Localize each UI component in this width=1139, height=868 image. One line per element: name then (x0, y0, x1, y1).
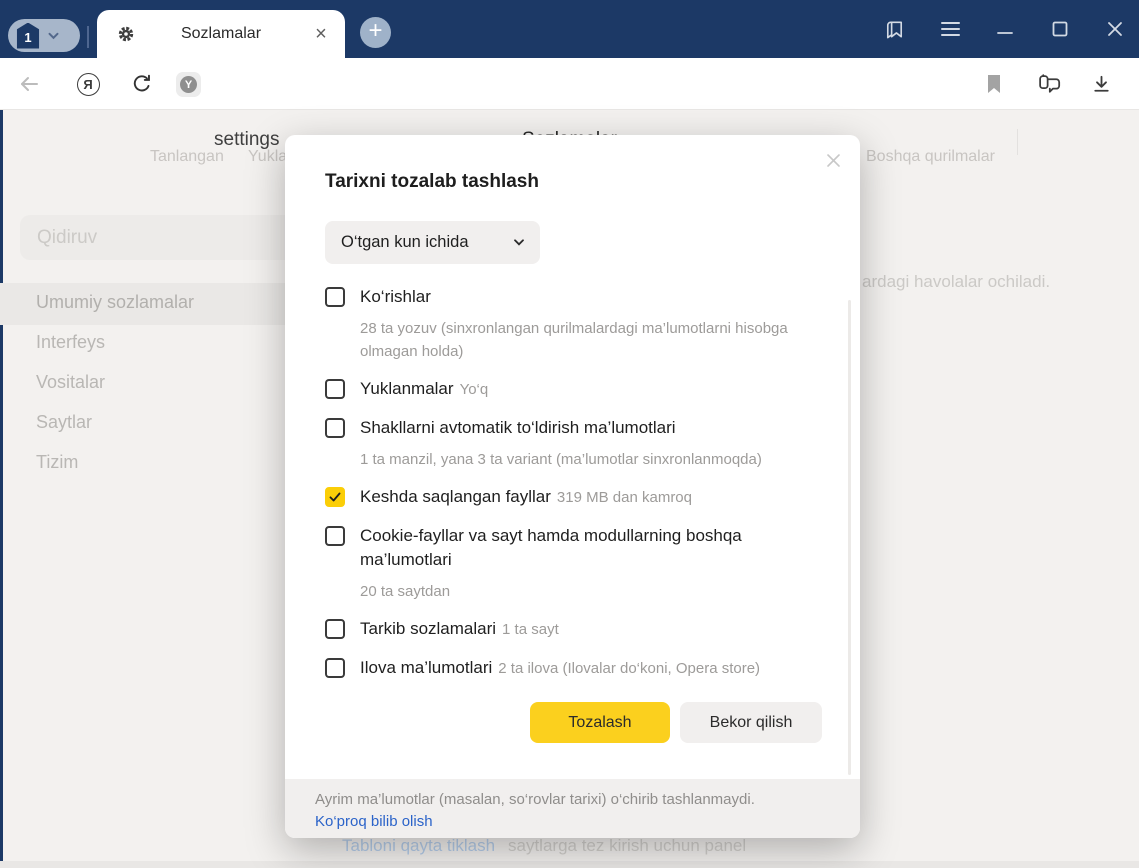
item-subtext: 28 ta yozuv (sinxronlangan qurilmalardag… (360, 320, 788, 360)
titlebar-divider (87, 26, 89, 48)
settings-search[interactable] (20, 215, 316, 260)
window-close-icon[interactable] (1101, 15, 1129, 43)
learn-more-link[interactable]: Ko‘proq bilib olish (315, 811, 433, 833)
protect-y-glyph: Y (180, 76, 197, 93)
item-label[interactable]: Cookie-fayllar va sayt hamda modullarnin… (360, 524, 822, 572)
item-inline-note: 2 ta ilova (Ilovalar do‘koni, Opera stor… (498, 660, 761, 677)
gear-icon (117, 25, 135, 43)
tab-close-icon[interactable]: × (309, 21, 333, 47)
bookmark-icon[interactable] (981, 71, 1007, 97)
protect-badge-icon[interactable]: Y (176, 72, 201, 97)
checkbox-ilova[interactable] (325, 658, 345, 678)
checkbox-tarkib[interactable] (325, 619, 345, 639)
item-label[interactable]: Ilova ma’lumotlari 2 ta ilova (Ilovalar d… (360, 656, 760, 681)
minimize-icon[interactable] (991, 15, 1019, 43)
item-label[interactable]: Tarkib sozlamalari 1 ta sayt (360, 617, 559, 642)
clear-items-list: Ko‘rishlar 28 ta yozuv (sinxronlangan qu… (325, 285, 825, 695)
yandex-logo-glyph: Я (76, 72, 100, 96)
collections-icon[interactable] (880, 15, 908, 43)
sidebar-item-umumiy[interactable]: Umumiy sozlamalar (36, 292, 194, 313)
list-item: Shakllarni avtomatik to‘ldirish ma’lumot… (325, 416, 825, 471)
menu-icon[interactable] (936, 15, 964, 43)
list-item: Cookie-fayllar va sayt hamda modullarnin… (325, 524, 825, 603)
checkbox-kesh[interactable] (325, 487, 345, 507)
tab-count-badge: 1 (16, 22, 40, 49)
checkbox-korishlar[interactable] (325, 287, 345, 307)
checkbox-shakllar[interactable] (325, 418, 345, 438)
refresh-icon[interactable] (128, 71, 154, 97)
list-item: Yuklanmalar Yo‘q (325, 377, 825, 402)
back-icon[interactable] (16, 71, 42, 97)
sidebar-item-tizim[interactable]: Tizim (36, 452, 78, 473)
toolbar: Я Y settings Sozlamalar (0, 58, 1139, 155)
chevron-down-icon[interactable] (48, 32, 59, 40)
item-label[interactable]: Ko‘rishlar (360, 285, 792, 309)
cancel-button[interactable]: Bekor qilish (680, 702, 822, 743)
checkbox-yuklanmalar[interactable] (325, 379, 345, 399)
yandex-logo-icon[interactable]: Я (75, 71, 101, 97)
dialog-close-icon[interactable] (822, 149, 844, 171)
period-selected-value: O‘tgan kun ichida (341, 233, 469, 251)
maximize-icon[interactable] (1046, 15, 1074, 43)
list-item: Tarkib sozlamalari 1 ta sayt (325, 617, 825, 642)
toolbar-divider (1017, 129, 1018, 155)
clear-button[interactable]: Tozalash (530, 702, 670, 743)
search-input[interactable] (20, 215, 316, 260)
footer-note: Ayrim ma’lumotlar (masalan, so‘rovlar ta… (315, 791, 755, 808)
background-partial-text: ardagi havolalar ochiladi. (862, 272, 1051, 291)
sidebar-item-interfeys[interactable]: Interfeys (36, 332, 105, 353)
item-inline-note: Yo‘q (459, 381, 489, 398)
item-inline-note: 319 MB dan kamroq (556, 489, 692, 506)
titlebar: 1 Sozlamalar × + (0, 0, 1139, 58)
item-subtext: 1 ta manzil, yana 3 ta variant (ma’lumot… (360, 451, 762, 468)
checkbox-cookie[interactable] (325, 526, 345, 546)
chevron-down-icon (514, 239, 524, 246)
tab-group-counter[interactable]: 1 (8, 19, 80, 52)
period-select[interactable]: O‘tgan kun ichida (325, 221, 540, 264)
list-item: Ilova ma’lumotlari 2 ta ilova (Ilovalar d… (325, 656, 825, 681)
sidebar-item-vositalar[interactable]: Vositalar (36, 372, 105, 393)
browser-window: 1 Sozlamalar × + Я Y settings Tanlangan … (0, 0, 1139, 868)
tableau-reset-description: saytlarga tez kirish uchun panel (508, 836, 747, 855)
item-label[interactable]: Keshda saqlangan fayllar 319 MB dan kamro… (360, 485, 692, 510)
tab-boshqa-qurilmalar[interactable]: Boshqa qurilmalar (866, 148, 995, 166)
window-edge-strip (0, 110, 3, 868)
dialog-title: Tarixni tozalab tashlash (325, 171, 539, 192)
tab-title: Sozlamalar (180, 25, 262, 42)
tableau-reset-link[interactable]: Tabloni qayta tiklash (342, 836, 495, 856)
page-bottom-strip (0, 861, 1139, 868)
download-icon[interactable] (1088, 71, 1114, 97)
tab-tanlangan[interactable]: Tanlangan (150, 148, 224, 166)
tab-sozlamalar[interactable]: Sozlamalar × (97, 10, 345, 58)
list-item: Ko‘rishlar 28 ta yozuv (sinxronlangan qu… (325, 285, 825, 363)
item-label[interactable]: Shakllarni avtomatik to‘ldirish ma’lumot… (360, 416, 762, 440)
sidebar-item-saytlar[interactable]: Saytlar (36, 412, 92, 433)
item-subtext: 20 ta saytdan (360, 583, 451, 600)
dialog-scrollbar[interactable] (848, 300, 851, 775)
clear-history-dialog: Tarixni tozalab tashlash O‘tgan kun ichi… (285, 135, 860, 838)
list-item: Keshda saqlangan fayllar 319 MB dan kamro… (325, 485, 825, 510)
dialog-footer: Ayrim ma’lumotlar (masalan, so‘rovlar ta… (285, 779, 860, 838)
new-tab-button[interactable]: + (360, 17, 391, 48)
item-label[interactable]: Yuklanmalar Yo‘q (360, 377, 488, 402)
side-panel-icon[interactable] (1036, 71, 1062, 97)
item-inline-note: 1 ta sayt (502, 621, 559, 638)
